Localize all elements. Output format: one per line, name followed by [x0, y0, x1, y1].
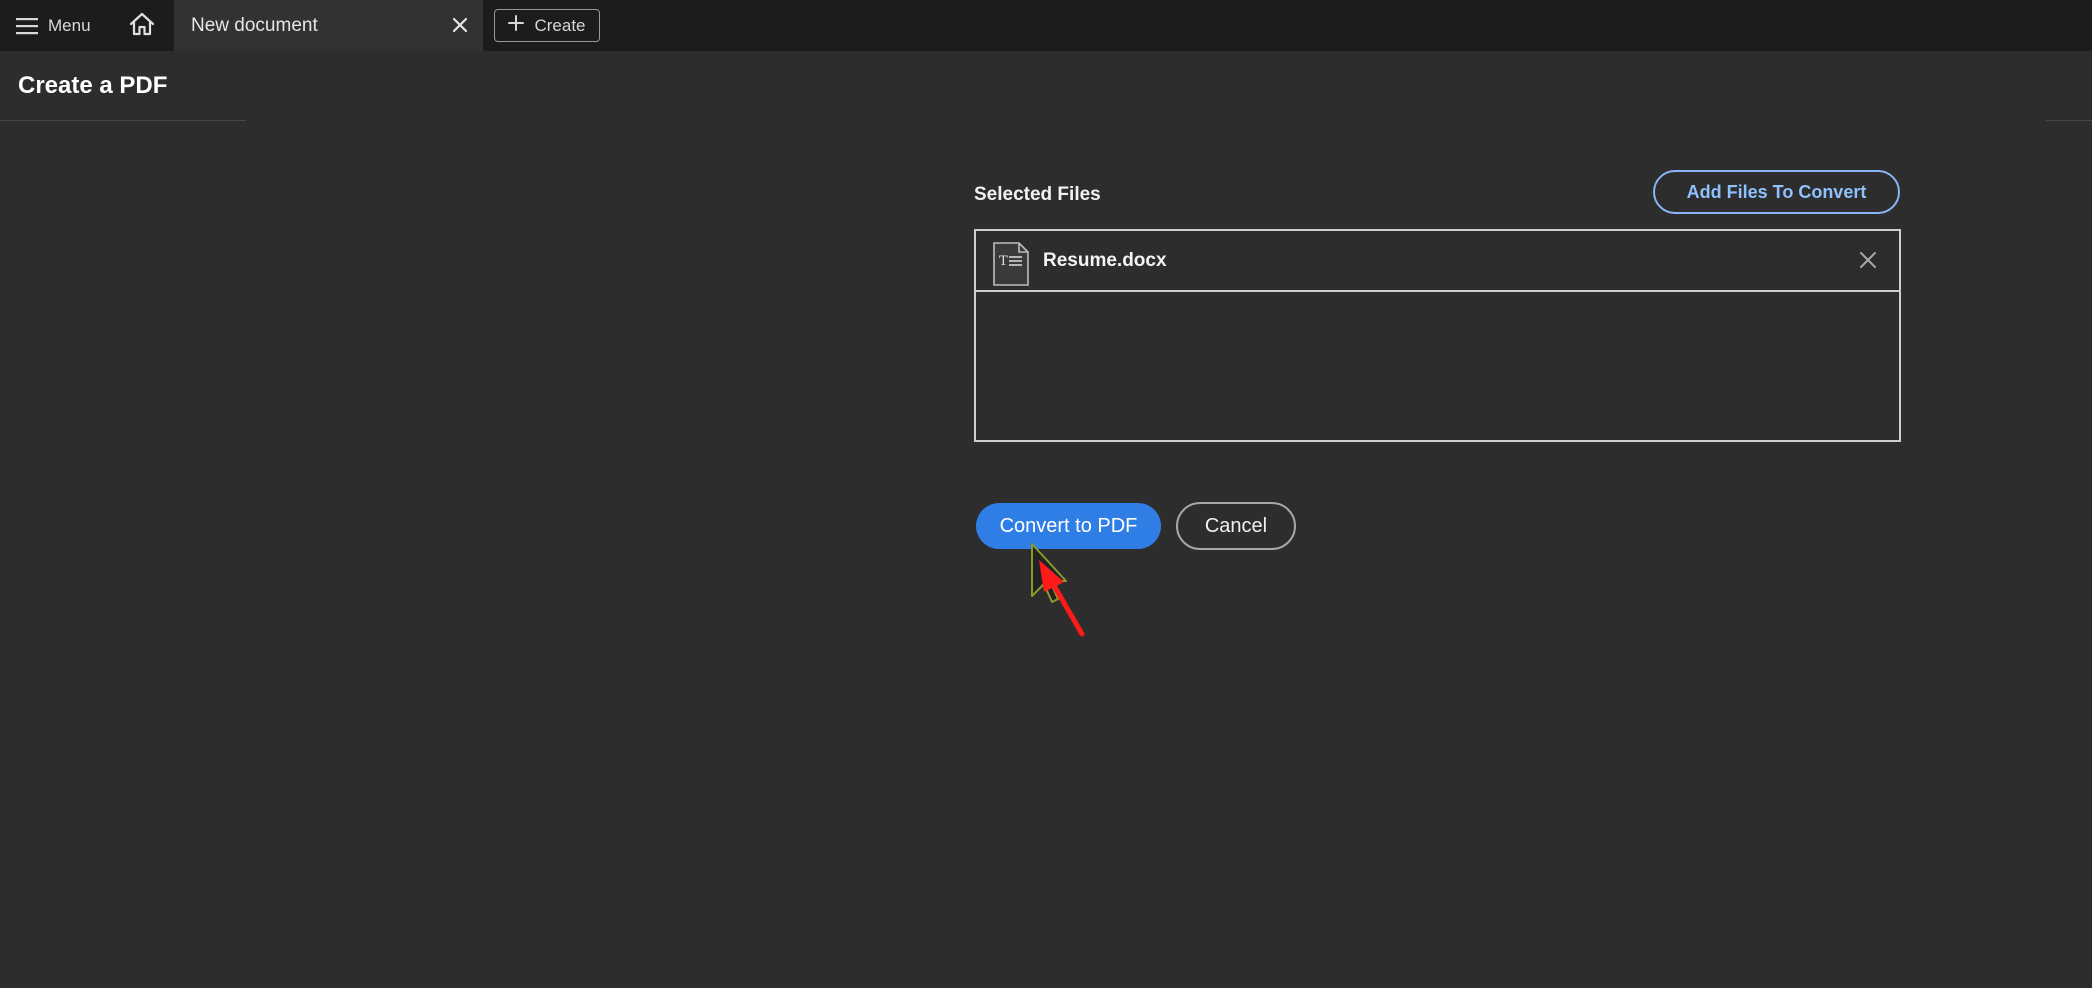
- title-divider: [0, 120, 246, 121]
- menu-button[interactable]: Menu: [16, 13, 91, 39]
- close-icon[interactable]: [449, 14, 471, 36]
- add-files-button[interactable]: Add Files To Convert: [1653, 170, 1900, 214]
- create-button[interactable]: Create: [494, 9, 600, 42]
- svg-text:T: T: [999, 254, 1008, 269]
- menu-label: Menu: [48, 16, 91, 35]
- home-icon: [128, 11, 156, 42]
- page-title: Create a PDF: [18, 72, 168, 99]
- home-button[interactable]: [126, 11, 158, 41]
- selected-files-label: Selected Files: [974, 184, 1101, 205]
- cancel-button[interactable]: Cancel: [1176, 502, 1296, 550]
- plus-icon: [508, 15, 525, 36]
- document-icon: T: [992, 241, 1030, 287]
- selected-files-list: T Resume.docx: [974, 229, 1901, 442]
- create-label: Create: [534, 15, 586, 35]
- hamburger-icon: [16, 17, 38, 35]
- right-divider: [2046, 120, 2092, 121]
- annotation-arrow-icon: [1039, 560, 1085, 637]
- tab-label: New document: [191, 14, 318, 36]
- remove-file-button[interactable]: [1857, 249, 1879, 271]
- file-name: Resume.docx: [1043, 250, 1167, 271]
- tab-new-document[interactable]: New document: [174, 0, 483, 51]
- top-bar: Menu New document Create: [0, 0, 2092, 51]
- file-list-item[interactable]: T Resume.docx: [976, 231, 1899, 292]
